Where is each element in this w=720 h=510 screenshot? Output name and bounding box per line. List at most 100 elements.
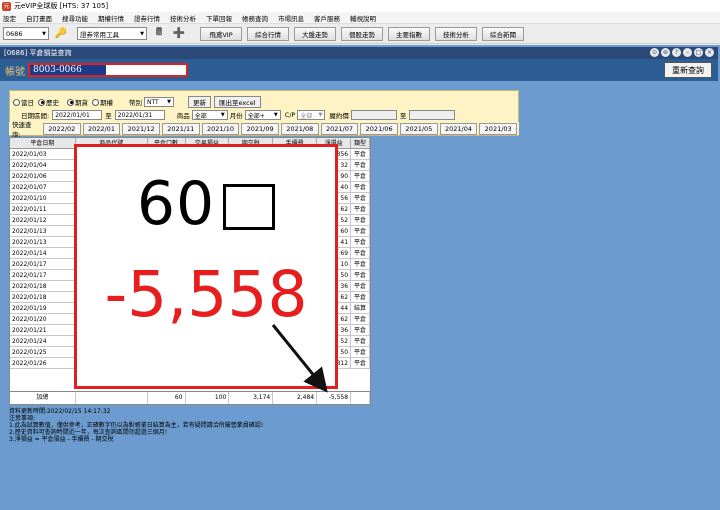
close-icon[interactable]: × — [705, 48, 714, 57]
table-cell: 2022/01/10 — [10, 193, 76, 203]
product-select[interactable]: 全部 ▼ — [191, 110, 228, 120]
toolbar-button[interactable]: 綜合行情 — [247, 26, 289, 41]
month-tab[interactable]: 2022/01 — [82, 122, 121, 135]
menu-item[interactable]: 市場訊息 — [278, 13, 304, 23]
month-tab[interactable]: 2021/03 — [479, 122, 518, 135]
menu-bar: 設定 自訂畫面 搜尋功能 期權行情 證券行情 技術分析 下單回報 帳務查詢 市場訊息 客戶服務 輔視… — [0, 12, 720, 24]
toolbar-button[interactable]: 綜合新聞 — [482, 26, 524, 41]
month-tab[interactable]: 2021/04 — [439, 122, 478, 135]
chevron-down-icon: ▼ — [318, 112, 323, 118]
radio-today[interactable] — [13, 98, 20, 106]
table-cell: 2022/01/13 — [10, 237, 76, 247]
maximize-icon[interactable]: □ — [694, 48, 703, 57]
symbol-select[interactable]: 0686 ▼ — [3, 27, 49, 40]
add-window-icon[interactable]: ➕ — [171, 27, 187, 41]
table-cell: 平倉 — [351, 171, 370, 181]
table-cell: 平倉 — [351, 160, 370, 170]
table-cell: 平倉 — [351, 215, 370, 225]
menu-item[interactable]: 帳務查詢 — [242, 13, 268, 23]
export-excel-button[interactable]: 匯出至excel — [214, 96, 261, 108]
radio-history[interactable] — [38, 98, 45, 106]
toolbar-button[interactable]: 飛鳶VIP — [200, 26, 242, 41]
strike-from-input[interactable] — [350, 110, 397, 120]
table-cell: 平倉 — [351, 259, 370, 269]
note-line: 1.此為試算數值，僅供參考，正確數字仍以為對帳單日結算為主，若有疑問請洽所屬營業… — [9, 422, 264, 429]
column-header[interactable]: 平倉日期 — [10, 138, 76, 148]
chevron-down-icon: ▼ — [42, 30, 46, 37]
toolbar-button[interactable]: 技術分析 — [435, 26, 477, 41]
minimize-icon[interactable]: – — [683, 48, 692, 57]
table-cell: 平倉 — [351, 204, 370, 214]
account-bar: 帳號 8003-0066 重新查詢 — [0, 59, 718, 81]
table-cell: 2022/01/11 — [10, 204, 76, 214]
currency-value: NTT — [147, 98, 159, 106]
table-cell: 2022/01/07 — [10, 182, 76, 192]
date-to-label: 至 — [105, 112, 112, 120]
totals-fee: 2,484 — [273, 392, 318, 404]
quick-query-bar: 快速查詢: 2022/02 2022/01 2021/12 2021/11 2021/1… — [9, 121, 519, 139]
overlay-net-pnl: -5,558 — [104, 258, 308, 331]
month-tab[interactable]: 2021/05 — [400, 122, 438, 135]
month-tab[interactable]: 2021/09 — [241, 122, 279, 135]
chevron-down-icon: ▼ — [273, 112, 278, 118]
menu-item[interactable]: 輔視說明 — [350, 13, 376, 23]
help-icon[interactable]: ? — [672, 48, 681, 57]
key-icon[interactable]: 🔑 — [53, 27, 69, 41]
date-to-input[interactable]: 2022/01/31 — [114, 110, 165, 120]
table-cell: 平倉 — [351, 226, 370, 236]
date-from-input[interactable]: 2022/01/01 — [52, 110, 103, 120]
menu-icon[interactable]: ⊙ — [650, 48, 659, 57]
strike-to-input[interactable] — [409, 110, 456, 120]
table-cell: 2022/01/03 — [10, 149, 76, 159]
menu-item[interactable]: 期權行情 — [98, 13, 124, 23]
menu-item[interactable]: 客戶服務 — [314, 13, 340, 23]
radio-history-label: 歷史 — [46, 99, 59, 107]
radio-options[interactable] — [92, 98, 99, 106]
refresh-button[interactable]: 更新 — [188, 96, 211, 108]
requery-button[interactable]: 重新查詢 — [664, 62, 712, 78]
table-cell: 平倉 — [351, 336, 370, 346]
symbol-select-value: 0686 — [6, 29, 23, 38]
table-cell: 2022/01/20 — [10, 314, 76, 324]
menu-item[interactable]: 證券行情 — [134, 13, 160, 23]
toolbar-button[interactable]: 大盤走勢 — [294, 26, 336, 41]
month-tab[interactable]: 2021/11 — [161, 122, 200, 135]
column-header[interactable]: 類型 — [351, 138, 370, 148]
totals-symbol — [76, 392, 148, 404]
note-line: 2.歷史資料可查詢時間近一年，每次查詢區間勿超過三個月! — [9, 429, 168, 436]
overlay-lots: 60 — [77, 172, 335, 236]
tools-select[interactable]: 證券常用工具 ▼ — [77, 27, 147, 40]
currency-select[interactable]: NTT ▼ — [144, 97, 174, 107]
month-select[interactable]: 全部+ ▼ — [244, 110, 281, 120]
menu-item[interactable]: 技術分析 — [170, 13, 196, 23]
menu-item[interactable]: 下單回報 — [206, 13, 232, 23]
table-cell: 2022/01/12 — [10, 215, 76, 225]
totals-type — [351, 392, 370, 404]
month-tab[interactable]: 2021/08 — [280, 122, 319, 135]
month-tab[interactable]: 2021/12 — [122, 122, 160, 135]
month-tab[interactable]: 2022/02 — [42, 122, 81, 135]
calculator-icon[interactable]: 🖩 — [151, 27, 167, 41]
toolbar-button[interactable]: 個股走勢 — [341, 26, 383, 41]
child-window-title-bar: [0686] 平倉損益查詢 ⊙ ⊚ ? – □ × — [0, 47, 718, 59]
box-icon — [223, 184, 276, 231]
table-cell: 平倉 — [351, 237, 370, 247]
totals-label: 加總 — [10, 392, 76, 404]
cp-select[interactable]: 全部 ▼ — [297, 110, 326, 120]
table-cell: 平倉 — [351, 314, 370, 324]
month-tab[interactable]: 2021/06 — [360, 122, 398, 135]
month-tab[interactable]: 2021/10 — [201, 122, 240, 135]
table-cell: 2022/01/06 — [10, 171, 76, 181]
menu-item[interactable]: 搜尋功能 — [62, 13, 88, 23]
table-cell: 2022/01/04 — [10, 160, 76, 170]
menu-item[interactable]: 自訂畫面 — [26, 13, 52, 23]
account-field[interactable]: 8003-0066 — [28, 63, 188, 77]
totals-lots: 60 — [148, 392, 186, 404]
restore-icon[interactable]: ⊚ — [661, 48, 670, 57]
menu-item[interactable]: 設定 — [3, 13, 16, 23]
month-label: 月份 — [229, 112, 243, 120]
month-tab[interactable]: 2021/07 — [320, 122, 359, 135]
title-bar: 元 元eVIP全球版 [HTS: 37 105] — [0, 0, 720, 12]
radio-futures[interactable] — [67, 98, 74, 106]
toolbar-button[interactable]: 主要指數 — [388, 26, 430, 41]
